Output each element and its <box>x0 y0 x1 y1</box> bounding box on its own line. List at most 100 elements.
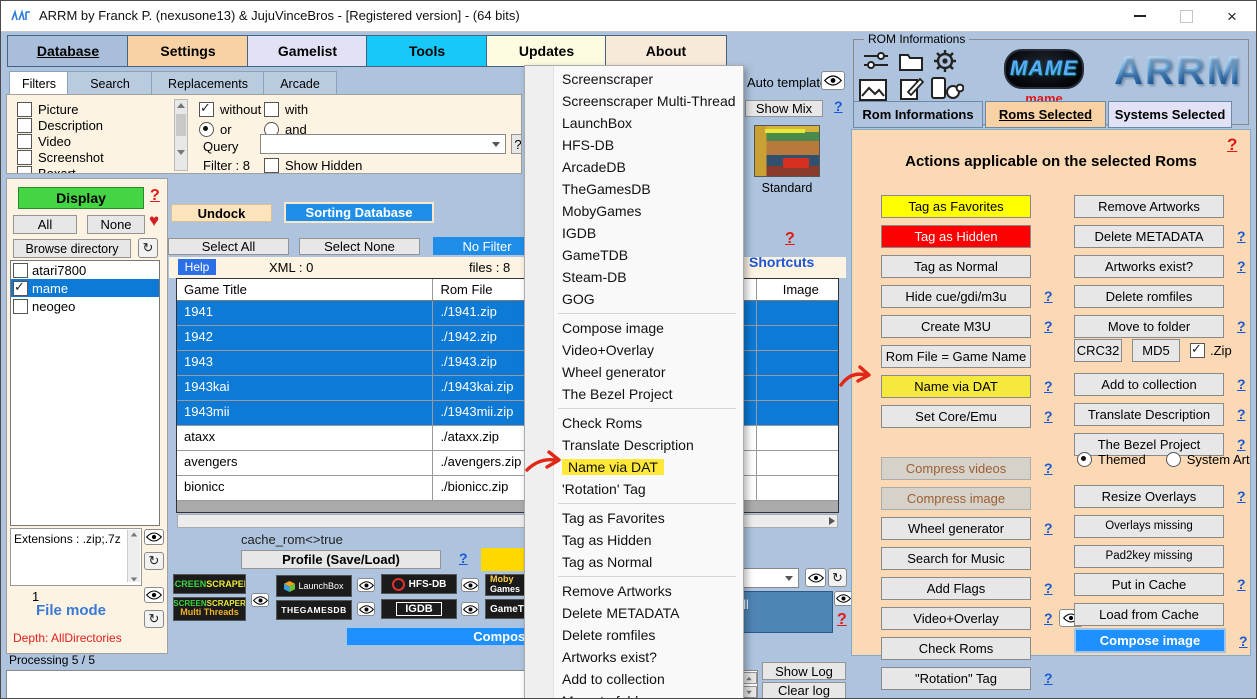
menu-item[interactable]: Tag as Normal <box>525 551 743 573</box>
menu-item[interactable]: The Bezel Project <box>525 383 743 405</box>
filter-checkbox-row[interactable]: Boxart <box>17 165 104 174</box>
help-link[interactable]: ? <box>1044 318 1053 334</box>
tab-about[interactable]: About <box>605 35 727 67</box>
show-mix-help[interactable]: ? <box>834 98 843 114</box>
tab-systems-selected[interactable]: Systems Selected <box>1108 101 1232 128</box>
help-link[interactable]: ? <box>1237 576 1246 592</box>
action-button[interactable]: Compress videos <box>881 457 1031 480</box>
checkbox-icon[interactable] <box>199 102 214 117</box>
tab-updates[interactable]: Updates <box>486 35 607 67</box>
action-button[interactable]: Add to collection <box>1074 373 1224 396</box>
profile-button[interactable]: Profile (Save/Load) <box>241 550 441 569</box>
menu-item[interactable]: Add to collection <box>525 668 743 690</box>
with-option[interactable]: with <box>264 101 308 117</box>
gear-icon[interactable] <box>932 48 958 74</box>
menu-item[interactable]: HFS-DB <box>525 134 743 156</box>
help-link[interactable]: ? <box>1237 488 1246 504</box>
radio-icon[interactable] <box>199 122 214 137</box>
column-image[interactable]: Image <box>757 279 838 300</box>
action-button[interactable]: Load from Cache <box>1074 603 1224 626</box>
help-link[interactable]: ? <box>1239 633 1248 649</box>
query-help-button[interactable]: ? <box>511 134 522 154</box>
action-button[interactable]: Tag as Normal <box>881 255 1031 278</box>
action-button[interactable]: Video+Overlay <box>881 607 1031 630</box>
help-button[interactable]: Help <box>178 259 216 275</box>
template-thumbnail[interactable] <box>754 125 820 177</box>
refresh-icon[interactable]: ↻ <box>144 610 164 628</box>
menu-item[interactable]: Tag as Hidden <box>525 529 743 551</box>
filter-checkbox-row[interactable]: Video <box>17 133 104 149</box>
checkbox-icon[interactable] <box>17 102 32 117</box>
action-button[interactable]: Pad2key missing <box>1074 545 1224 568</box>
action-button[interactable]: Delete METADATA <box>1074 225 1224 248</box>
thegamesdb-button[interactable]: THEGAMESDB <box>276 600 352 620</box>
close-button[interactable]: × <box>1215 5 1249 27</box>
menu-item[interactable]: Screenscraper <box>525 68 743 90</box>
eye-icon[interactable] <box>821 71 845 90</box>
display-button[interactable]: Display <box>18 187 144 209</box>
eye-icon[interactable] <box>461 602 479 616</box>
checkbox-icon[interactable] <box>17 134 32 149</box>
checkbox-icon[interactable] <box>17 166 32 175</box>
action-button[interactable]: Move to folder <box>1074 315 1224 338</box>
system-row[interactable]: atari7800 <box>11 261 159 279</box>
menu-item[interactable]: Steam-DB <box>525 266 743 288</box>
action-button[interactable]: Delete romfiles <box>1074 285 1224 308</box>
show-mix-button[interactable]: Show Mix <box>745 100 823 117</box>
scroll-right-icon[interactable] <box>829 517 835 525</box>
help-link[interactable]: ? <box>1237 228 1246 244</box>
show-log-button[interactable]: Show Log <box>762 662 846 680</box>
checkbox-icon[interactable] <box>13 299 28 314</box>
checkbox-icon[interactable] <box>17 118 32 133</box>
action-button[interactable]: Remove Artworks <box>1074 195 1224 218</box>
action-button[interactable]: Check Roms <box>881 637 1031 660</box>
zip-checkbox[interactable] <box>1190 343 1205 358</box>
system-row[interactable]: neogeo <box>11 297 159 315</box>
eye-icon[interactable] <box>357 602 375 616</box>
menu-item[interactable]: ArcadeDB <box>525 156 743 178</box>
igdb-button[interactable]: IGDB <box>381 599 457 619</box>
action-button[interactable]: Artworks exist? <box>1074 255 1224 278</box>
select-none-button[interactable]: Select None <box>299 238 420 255</box>
checkbox-icon[interactable] <box>264 158 279 173</box>
action-button[interactable]: Tag as Favorites <box>881 195 1031 218</box>
browse-directory-button[interactable]: Browse directory <box>13 239 131 258</box>
screenscraper-button[interactable]: SCREENSCRAPER <box>173 574 246 594</box>
help-link[interactable]: ? <box>1044 408 1053 424</box>
launchbox-button[interactable]: LaunchBox <box>276 575 352 597</box>
tab-search[interactable]: Search <box>67 71 153 96</box>
help-link[interactable]: ? <box>1044 670 1053 686</box>
menu-item[interactable]: Artworks exist? <box>525 646 743 668</box>
action-button[interactable]: Tag as Hidden <box>881 225 1031 248</box>
profile-help[interactable]: ? <box>459 550 468 566</box>
select-none-systems-button[interactable]: None <box>87 215 145 234</box>
menu-item[interactable]: IGDB <box>525 222 743 244</box>
menu-item[interactable]: Compose image <box>525 317 743 339</box>
menu-item[interactable]: GOG <box>525 288 743 310</box>
action-button[interactable]: Resize Overlays <box>1074 485 1224 508</box>
checkbox-icon[interactable] <box>264 102 279 117</box>
system-row[interactable]: mame <box>11 279 159 297</box>
mobile-gamepad-icon[interactable] <box>930 76 964 102</box>
eye-icon[interactable] <box>357 578 375 592</box>
help-link[interactable]: ? <box>1237 436 1246 452</box>
menu-item[interactable]: 'Rotation' Tag <box>525 478 743 500</box>
eye-icon[interactable] <box>144 529 164 545</box>
select-all-systems-button[interactable]: All <box>13 215 77 234</box>
tab-settings[interactable]: Settings <box>127 35 249 67</box>
menu-item[interactable]: Tag as Favorites <box>525 507 743 529</box>
hfsdb-button[interactable]: HFS-DB <box>381 574 457 594</box>
tab-database[interactable]: Database <box>7 35 129 67</box>
action-button[interactable]: "Rotation" Tag <box>881 667 1031 690</box>
eye-icon[interactable] <box>144 587 164 603</box>
tab-replacements[interactable]: Replacements <box>151 71 265 96</box>
maximize-button[interactable] <box>1169 5 1203 27</box>
tab-filters[interactable]: Filters <box>9 71 69 96</box>
checkbox-icon[interactable] <box>13 281 28 296</box>
folder-icon[interactable] <box>898 50 924 72</box>
filter-scrollbar[interactable] <box>174 99 188 171</box>
action-button[interactable]: Wheel generator <box>881 517 1031 540</box>
refresh-icon[interactable]: ↻ <box>144 552 164 570</box>
refresh-icon[interactable]: ↻ <box>828 568 847 587</box>
menu-item[interactable]: LaunchBox <box>525 112 743 134</box>
